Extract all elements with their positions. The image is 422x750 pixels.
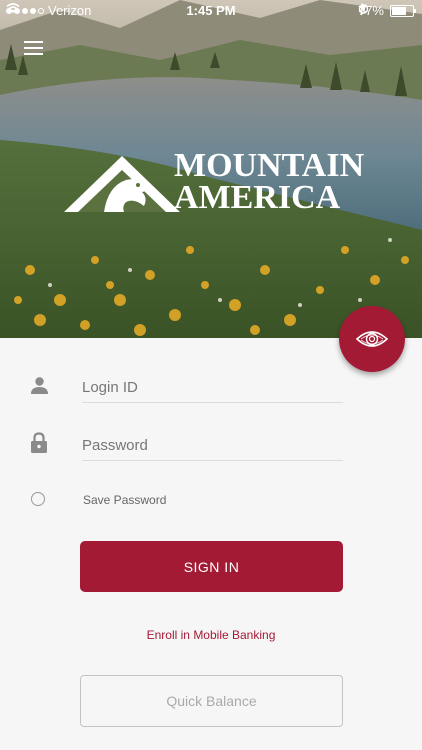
save-password-radio[interactable] xyxy=(31,492,45,506)
eagle-mountain-logo xyxy=(64,156,180,212)
brand-line-2: AMERICA xyxy=(174,179,341,216)
brand-wordmark: MOUNTAIN AMERICA xyxy=(174,147,365,216)
save-password-label: Save Password xyxy=(83,493,167,507)
status-bar: Verizon 1:45 PM 77% xyxy=(0,0,422,22)
bluetooth-icon xyxy=(358,3,366,15)
brand-line-1: MOUNTAIN xyxy=(174,147,365,184)
eye-scan-icon xyxy=(355,331,389,347)
user-icon xyxy=(31,377,48,394)
login-id-input[interactable] xyxy=(82,372,343,403)
battery-fill xyxy=(392,6,406,15)
brand-logo: MOUNTAIN AMERICA xyxy=(64,147,365,220)
battery-icon xyxy=(390,4,416,17)
hero-banner: Verizon 1:45 PM 77% MOUNTAIN AMERICA xyxy=(0,0,422,338)
biometric-login-button[interactable] xyxy=(339,306,405,372)
enroll-mobile-banking-link[interactable]: Enroll in Mobile Banking xyxy=(0,628,422,642)
password-input[interactable] xyxy=(82,430,343,461)
lock-icon xyxy=(31,432,47,453)
quick-balance-button[interactable]: Quick Balance xyxy=(80,675,343,727)
status-right: 77% xyxy=(358,3,416,18)
sign-in-button[interactable]: SIGN IN xyxy=(80,541,343,592)
hamburger-menu-icon[interactable] xyxy=(24,41,43,55)
